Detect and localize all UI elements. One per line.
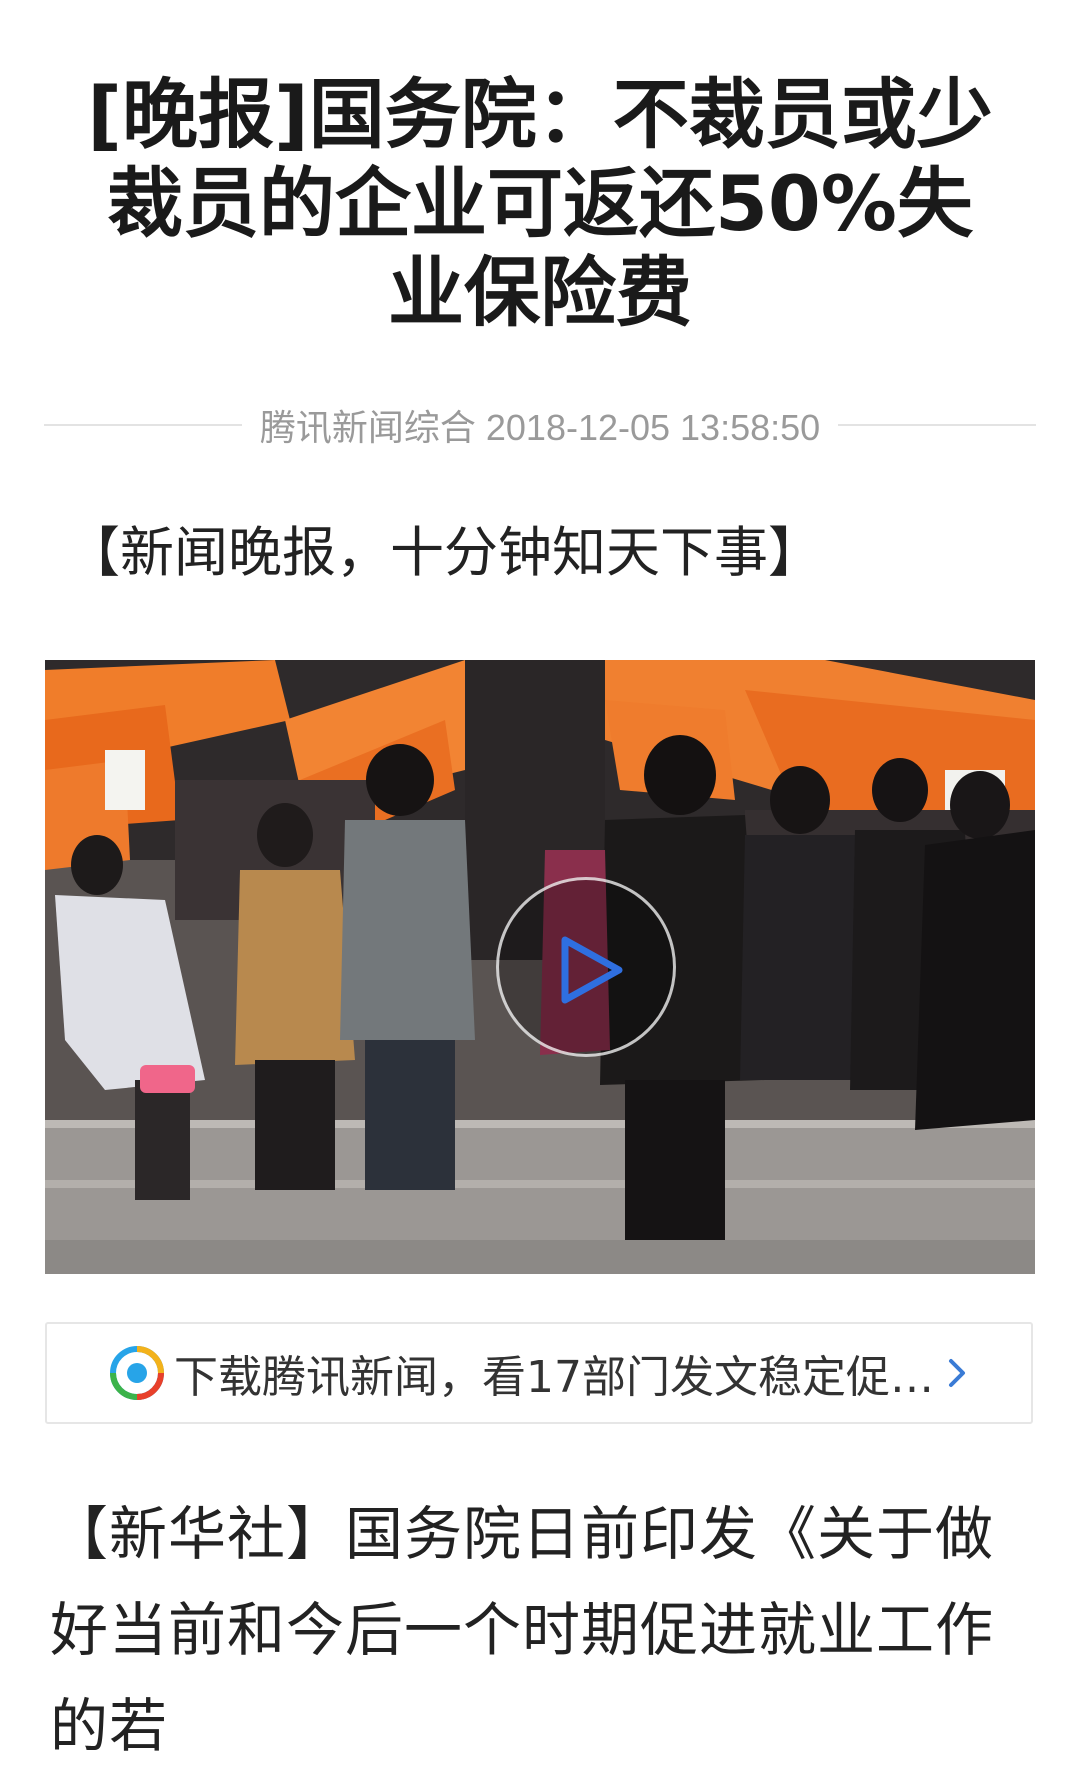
download-app-text: 下载腾讯新闻，看17部门发文稳定促… [174, 1352, 934, 1403]
download-app-banner[interactable]: 下载腾讯新闻，看17部门发文稳定促… [45, 1322, 1033, 1424]
article-datetime: 2018-12-05 13:58:50 [485, 407, 821, 448]
play-button[interactable] [496, 877, 676, 1057]
meta-divider-right [838, 424, 1037, 426]
article-source: 腾讯新闻综合 [259, 407, 476, 448]
source-and-time: 腾讯新闻综合 2018-12-05 13:58:50 [242, 399, 838, 451]
article-meta: 腾讯新闻综合 2018-12-05 13:58:50 [44, 399, 1037, 451]
article-body: 【新华社】国务院日前印发《关于做好当前和今后一个时期促进就业工作的若 [50, 1500, 995, 1760]
meta-divider-left [44, 424, 242, 426]
chevron-right-icon [949, 1359, 965, 1387]
article-title: [晚报]国务院：不裁员或少裁员的企业可返还50%失业保险费 [87, 70, 993, 337]
video-player[interactable] [45, 660, 1035, 1274]
play-icon [561, 936, 623, 1004]
article-lead: 【新闻晚报，十分钟知天下事】 [66, 521, 822, 584]
tencent-news-logo-icon [110, 1346, 164, 1400]
